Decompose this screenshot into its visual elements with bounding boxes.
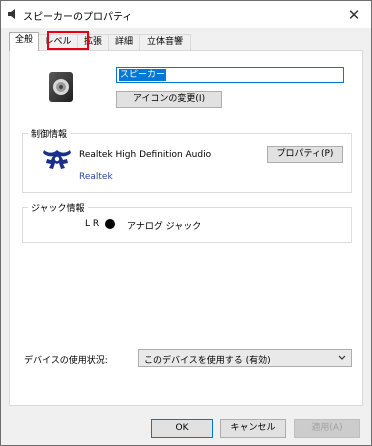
driver-name: Realtek High Definition Audio [79, 150, 212, 160]
device-name-input[interactable]: スピーカー [116, 67, 344, 83]
device-usage-value: このデバイスを使用する (有効) [144, 356, 271, 366]
cancel-button[interactable]: キャンセル [220, 419, 286, 438]
tab-general[interactable]: 全般 [9, 32, 39, 51]
tab-advanced[interactable]: 詳細 [108, 34, 140, 50]
speaker-title-icon [8, 9, 15, 19]
change-icon-button[interactable]: アイコンの変更(I) [116, 91, 222, 108]
apply-button[interactable]: 適用(A) [294, 419, 360, 438]
general-tab-panel: スピーカー アイコンの変更(I) 制御情報 Realtek High Defin… [9, 50, 363, 406]
controller-info-group: 制御情報 Realtek High Definition Audio プロパティ… [22, 127, 352, 193]
jack-info-group: ジャック情報 L R アナログ ジャック [22, 201, 352, 243]
jack-info-label: ジャック情報 [28, 201, 88, 214]
close-button[interactable]: ✕ [337, 1, 371, 28]
device-name-value: スピーカー [119, 69, 167, 81]
controller-info-label: 制御情報 [28, 127, 71, 140]
tab-spatial-sound[interactable]: 立体音響 [139, 34, 191, 50]
chevron-down-icon [338, 355, 346, 360]
levels-tab-highlight [47, 31, 89, 50]
jack-color-dot [105, 219, 115, 229]
properties-button[interactable]: プロパティ(P) [267, 146, 343, 163]
close-icon: ✕ [347, 5, 361, 24]
speaker-icon [49, 72, 73, 102]
device-usage-label: デバイスの使用状況: [24, 356, 108, 366]
realtek-logo-icon [43, 150, 71, 169]
properties-window: スピーカーのプロパティ ✕ 全般 レベル 拡張 詳細 立体音響 スピーカー アイ… [0, 0, 372, 446]
jack-description: アナログ ジャック [127, 222, 202, 232]
device-usage-select[interactable]: このデバイスを使用する (有効) [138, 349, 352, 367]
ok-button[interactable]: OK [151, 419, 213, 438]
window-title: スピーカーのプロパティ [23, 12, 133, 23]
manufacturer-link[interactable]: Realtek [79, 172, 113, 182]
title-bar: スピーカーのプロパティ ✕ [1, 1, 371, 28]
jack-channels: L R [85, 219, 100, 229]
